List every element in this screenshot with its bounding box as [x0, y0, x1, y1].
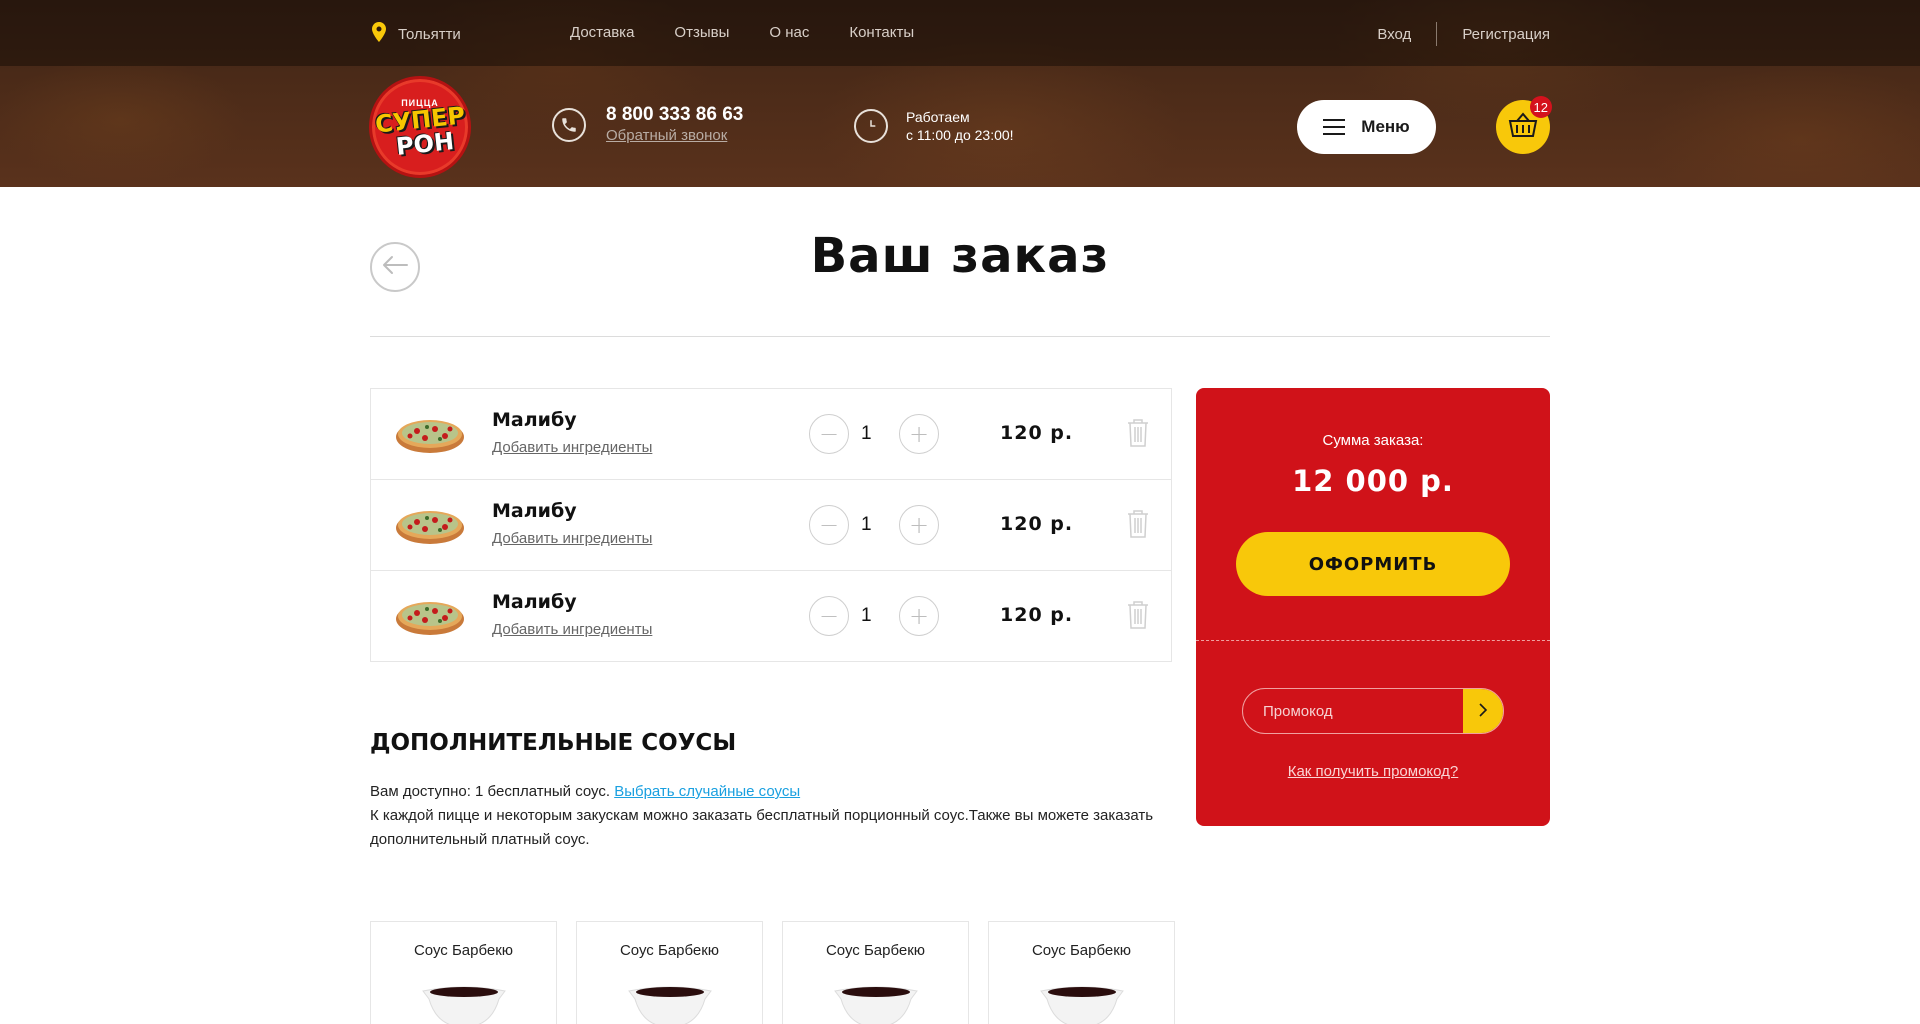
promo-help-link[interactable]: Как получить промокод?	[1196, 763, 1550, 780]
increase-qty-button[interactable]: +	[899, 505, 939, 545]
plus-icon: +	[908, 420, 930, 448]
plus-icon: +	[908, 511, 930, 539]
sauce-name: Соус Барбекю	[413, 942, 514, 959]
cart-button[interactable]: 12	[1496, 96, 1552, 154]
promo-submit-button[interactable]	[1463, 689, 1503, 733]
site-logo[interactable]: ПИЦЦА СУПЕР РОН	[369, 76, 471, 178]
hamburger-icon	[1323, 119, 1346, 135]
hours-line-2: с 11:00 до 23:00!	[906, 127, 1014, 143]
city-name: Тольятти	[398, 26, 461, 43]
phone-number[interactable]: 8 800 333 86 63	[606, 104, 743, 125]
sauce-card[interactable]: Соус Барбекю	[782, 921, 969, 1024]
nav-delivery[interactable]: Доставка	[570, 24, 634, 41]
callback-link[interactable]: Обратный звонок	[606, 126, 743, 146]
plus-icon: +	[908, 602, 930, 630]
order-item: Малибу Добавить ингредиенты − 1 + 120 р.	[371, 571, 1171, 661]
summary-divider	[1196, 640, 1550, 641]
register-link[interactable]: Регистрация	[1462, 26, 1550, 43]
promo-input[interactable]	[1243, 689, 1463, 733]
basket-icon	[1508, 111, 1538, 143]
item-price: 120 р.	[1000, 513, 1074, 535]
order-item: Малибу Добавить ингредиенты − 1 + 120 р.	[371, 389, 1171, 480]
sauce-name: Соус Барбекю	[1031, 942, 1132, 959]
menu-button[interactable]: Меню	[1297, 100, 1436, 154]
login-link[interactable]: Вход	[1377, 26, 1411, 43]
order-summary: Сумма заказа: 12 000 р. ОФОРМИТЬ Как пол…	[1196, 388, 1550, 826]
clock-icon	[854, 109, 888, 143]
site-header: Тольятти Доставка Отзывы О нас Контакты …	[0, 0, 1920, 187]
item-quantity: 1	[861, 423, 872, 444]
sauce-card[interactable]: Соус Барбекю	[576, 921, 763, 1024]
decrease-qty-button[interactable]: −	[809, 505, 849, 545]
menu-button-label: Меню	[1361, 117, 1410, 136]
minus-icon: −	[818, 420, 840, 448]
order-item: Малибу Добавить ингредиенты − 1 + 120 р.	[371, 480, 1171, 571]
pizza-image	[395, 409, 465, 459]
phone-text: 8 800 333 86 63 Обратный звонок	[606, 104, 743, 146]
trash-icon[interactable]	[1127, 601, 1149, 629]
pizza-image	[395, 591, 465, 641]
add-ingredients-link[interactable]: Добавить ингредиенты	[492, 530, 652, 547]
sauce-cards: Соус Барбекю Соус Барбекю Соус Барбекю С…	[370, 921, 1175, 1024]
sauce-card[interactable]: Соус Барбекю	[988, 921, 1175, 1024]
order-sum-value: 12 000 р.	[1292, 464, 1454, 498]
item-quantity: 1	[861, 605, 872, 626]
order-sum-label: Сумма заказа:	[1322, 432, 1424, 449]
chevron-right-icon	[1478, 702, 1488, 720]
sauce-bowl-image	[1039, 977, 1125, 1024]
add-ingredients-link[interactable]: Добавить ингредиенты	[492, 621, 652, 638]
decrease-qty-button[interactable]: −	[809, 414, 849, 454]
phone-block: 8 800 333 86 63 Обратный звонок	[552, 104, 743, 146]
city-selector[interactable]: Тольятти	[372, 22, 461, 47]
nav-about[interactable]: О нас	[769, 24, 809, 41]
decrease-qty-button[interactable]: −	[809, 596, 849, 636]
minus-icon: −	[818, 511, 840, 539]
order-items-list: Малибу Добавить ингредиенты − 1 + 120 р.…	[370, 388, 1172, 662]
item-price: 120 р.	[1000, 604, 1074, 626]
increase-qty-button[interactable]: +	[899, 414, 939, 454]
trash-icon[interactable]	[1127, 419, 1149, 447]
sauce-bowl-image	[833, 977, 919, 1024]
location-pin-icon	[372, 22, 386, 47]
item-name: Малибу	[492, 500, 577, 522]
random-sauces-link[interactable]: Выбрать случайные соусы	[614, 783, 800, 800]
checkout-button[interactable]: ОФОРМИТЬ	[1236, 532, 1510, 596]
nav-contacts[interactable]: Контакты	[849, 24, 914, 41]
item-quantity: 1	[861, 514, 872, 535]
item-name: Малибу	[492, 409, 577, 431]
top-nav: Доставка Отзывы О нас Контакты	[570, 24, 914, 41]
promo-form	[1242, 688, 1504, 734]
page-title: Ваш заказ	[810, 228, 1110, 284]
sauce-name: Соус Барбекю	[825, 942, 926, 959]
sauces-available-line: Вам доступно: 1 бесплатный соус. Выбрать…	[370, 780, 1170, 804]
hours-text: Работаем с 11:00 до 23:00!	[906, 108, 1014, 144]
logo-line-2: РОН	[394, 127, 456, 161]
item-price: 120 р.	[1000, 422, 1074, 444]
sauce-bowl-image	[421, 977, 507, 1024]
sauce-card[interactable]: Соус Барбекю	[370, 921, 557, 1024]
sauce-name: Соус Барбекю	[619, 942, 720, 959]
nav-reviews[interactable]: Отзывы	[674, 24, 729, 41]
minus-icon: −	[818, 602, 840, 630]
auth-divider	[1436, 22, 1438, 46]
sauces-description: Вам доступно: 1 бесплатный соус. Выбрать…	[370, 780, 1170, 852]
sauces-title: ДОПОЛНИТЕЛЬНЫЕ СОУСЫ	[370, 730, 737, 756]
pizza-image	[395, 500, 465, 550]
trash-icon[interactable]	[1127, 510, 1149, 538]
phone-icon	[552, 108, 586, 142]
cart-count-badge: 12	[1529, 96, 1552, 118]
increase-qty-button[interactable]: +	[899, 596, 939, 636]
title-divider	[370, 336, 1550, 337]
hours-line-1: Работаем	[906, 109, 970, 125]
sauces-available: Вам доступно: 1 бесплатный соус.	[370, 783, 611, 800]
hours-block: Работаем с 11:00 до 23:00!	[854, 108, 1014, 144]
add-ingredients-link[interactable]: Добавить ингредиенты	[492, 439, 652, 456]
sauces-description-text: К каждой пицце и некоторым закускам можн…	[370, 807, 1154, 848]
top-bar: Тольятти Доставка Отзывы О нас Контакты …	[0, 0, 1920, 66]
sauce-bowl-image	[627, 977, 713, 1024]
auth-links: Вход Регистрация	[1377, 22, 1550, 46]
item-name: Малибу	[492, 591, 577, 613]
